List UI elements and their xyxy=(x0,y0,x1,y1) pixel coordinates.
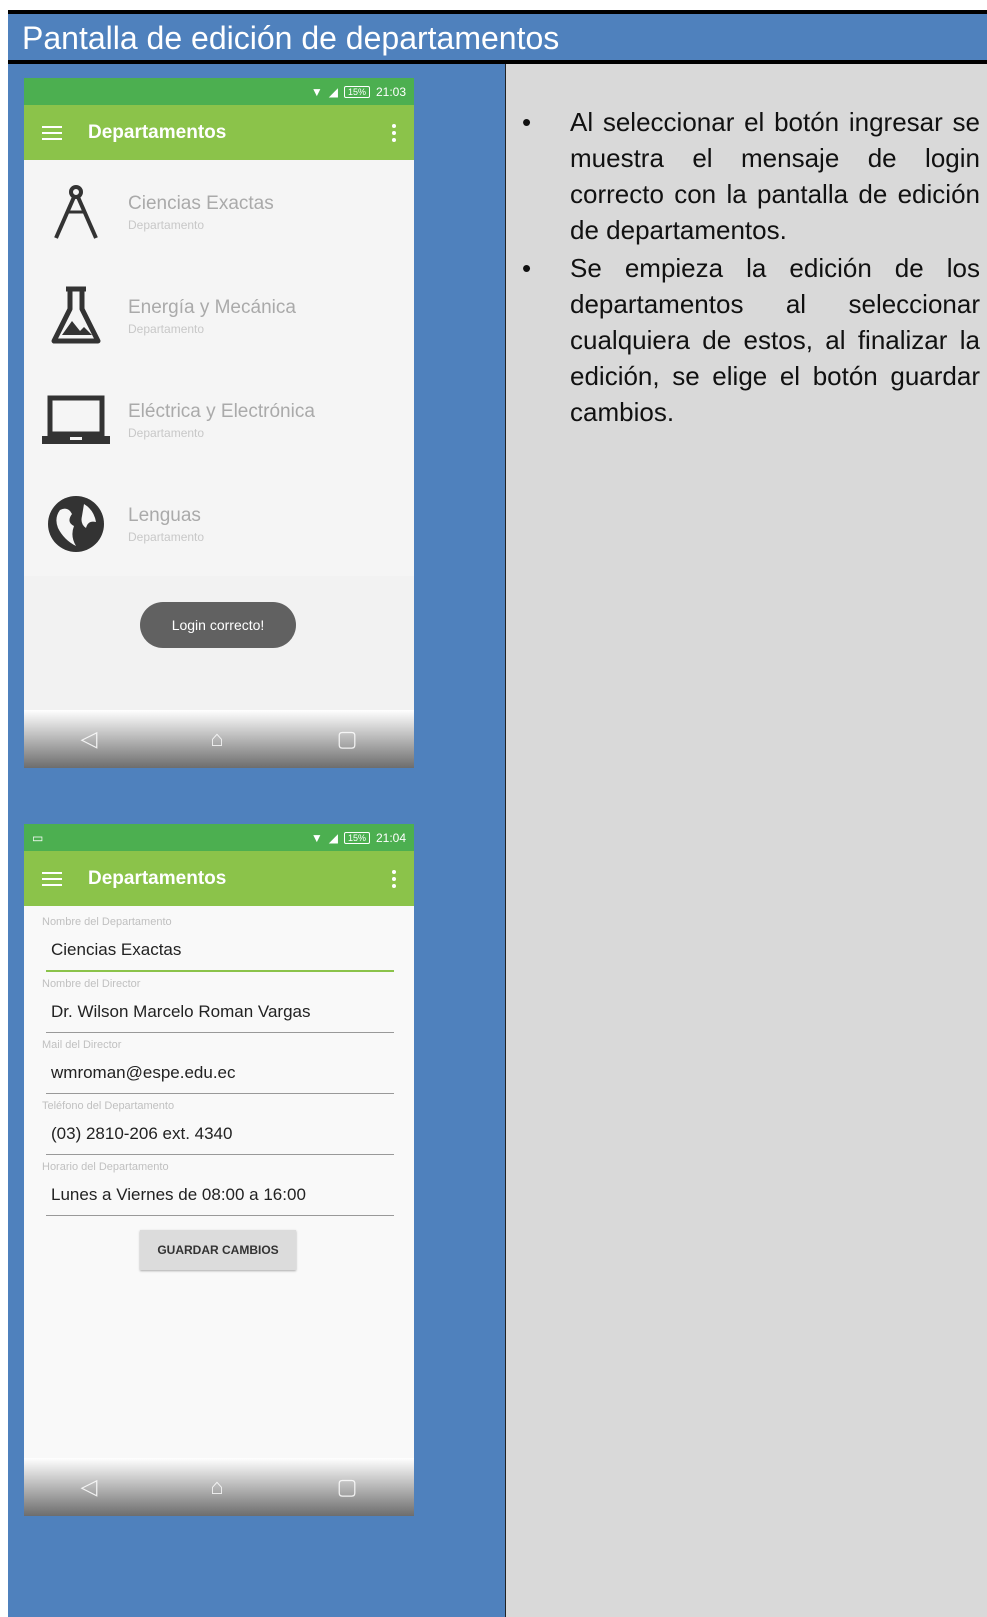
department-name-input[interactable]: Ciencias Exactas xyxy=(46,928,394,972)
recents-icon[interactable]: ▢ xyxy=(337,1474,358,1500)
save-changes-button[interactable]: GUARDAR CAMBIOS xyxy=(140,1230,296,1270)
form-field: Horario del Departamento Lunes a Viernes… xyxy=(42,1161,394,1216)
clock: 21:03 xyxy=(375,84,406,99)
field-label: Teléfono del Departamento xyxy=(42,1100,175,1112)
list-item[interactable]: Ciencias Exactas Departamento xyxy=(24,160,414,264)
field-label: Nombre del Departamento xyxy=(42,916,172,928)
phone-input[interactable]: (03) 2810-206 ext. 4340 xyxy=(46,1112,394,1155)
clock: 21:04 xyxy=(375,830,406,845)
compass-icon xyxy=(42,178,110,246)
overflow-menu-icon[interactable] xyxy=(392,869,396,888)
battery-icon: 15% xyxy=(343,831,370,844)
app-bar: Departamentos xyxy=(24,851,414,906)
system-nav-bar: ◁ ⌂ ▢ xyxy=(24,710,414,768)
list-item[interactable]: Eléctrica y Electrónica Departamento xyxy=(24,368,414,472)
item-subtitle: Departamento xyxy=(128,321,205,336)
slide-title: Pantalla de edición de departamentos xyxy=(8,14,987,60)
item-subtitle: Departamento xyxy=(128,425,205,440)
item-subtitle: Departamento xyxy=(128,217,205,232)
battery-icon: 15% xyxy=(343,85,370,98)
phone-screenshot-list: ▼ ◢ 15% 21:03 Departamentos Ciencias Exa… xyxy=(24,78,414,768)
list-item[interactable]: Energía y Mecánica Departamento xyxy=(24,264,414,368)
form-field: Nombre del Director Dr. Wilson Marcelo R… xyxy=(42,978,394,1033)
schedule-input[interactable]: Lunes a Viernes de 08:00 a 16:00 xyxy=(46,1173,394,1216)
signal-icon: ◢ xyxy=(328,84,338,99)
menu-icon[interactable] xyxy=(42,871,62,886)
department-form: Nombre del Departamento Ciencias Exactas… xyxy=(24,906,414,1466)
app-bar: Departamentos xyxy=(24,105,414,160)
item-title: Ciencias Exactas xyxy=(128,192,274,214)
item-subtitle: Departamento xyxy=(128,529,205,544)
wifi-icon: ▼ xyxy=(310,830,323,845)
item-title: Eléctrica y Electrónica xyxy=(128,400,315,422)
status-bar: ▭ ▼ ◢ 15% 21:04 xyxy=(24,824,414,851)
item-title: Energía y Mecánica xyxy=(128,296,296,318)
menu-icon[interactable] xyxy=(42,125,62,140)
form-field: Teléfono del Departamento (03) 2810-206 … xyxy=(42,1100,394,1155)
home-icon[interactable]: ⌂ xyxy=(210,726,223,752)
bullet-list: Al seleccionar el botón ingresar se mues… xyxy=(520,104,980,432)
laptop-icon xyxy=(42,386,110,454)
bullet-item: Se empieza la edición de los departament… xyxy=(520,250,980,430)
home-icon[interactable]: ⌂ xyxy=(210,1474,223,1500)
signal-icon: ◢ xyxy=(328,830,338,845)
toast-message: Login correcto! xyxy=(140,602,296,648)
field-label: Horario del Departamento xyxy=(42,1161,169,1173)
list-item[interactable]: Lenguas Departamento xyxy=(24,472,414,576)
back-icon[interactable]: ◁ xyxy=(80,726,97,752)
flask-icon xyxy=(42,282,110,350)
recents-icon[interactable]: ▢ xyxy=(337,726,358,752)
bullet-item: Al seleccionar el botón ingresar se mues… xyxy=(520,104,980,248)
app-bar-title: Departamentos xyxy=(88,867,227,889)
field-label: Mail del Director xyxy=(42,1039,122,1051)
director-name-input[interactable]: Dr. Wilson Marcelo Roman Vargas xyxy=(46,990,394,1033)
back-icon[interactable]: ◁ xyxy=(80,1474,97,1500)
item-title: Lenguas xyxy=(128,504,201,526)
phone-screenshot-edit: ▭ ▼ ◢ 15% 21:04 Departamentos Nombre del… xyxy=(24,824,414,1516)
globe-icon xyxy=(42,490,110,558)
field-label: Nombre del Director xyxy=(42,978,141,990)
form-field: Mail del Director wmroman@espe.edu.ec xyxy=(42,1039,394,1094)
overflow-menu-icon[interactable] xyxy=(392,123,396,142)
wifi-icon: ▼ xyxy=(310,84,323,99)
app-bar-title: Departamentos xyxy=(88,121,227,143)
form-field: Nombre del Departamento Ciencias Exactas xyxy=(42,916,394,972)
status-bar: ▼ ◢ 15% 21:03 xyxy=(24,78,414,105)
director-mail-input[interactable]: wmroman@espe.edu.ec xyxy=(46,1051,394,1094)
notification-icon: ▭ xyxy=(32,830,44,845)
system-nav-bar: ◁ ⌂ ▢ xyxy=(24,1458,414,1516)
